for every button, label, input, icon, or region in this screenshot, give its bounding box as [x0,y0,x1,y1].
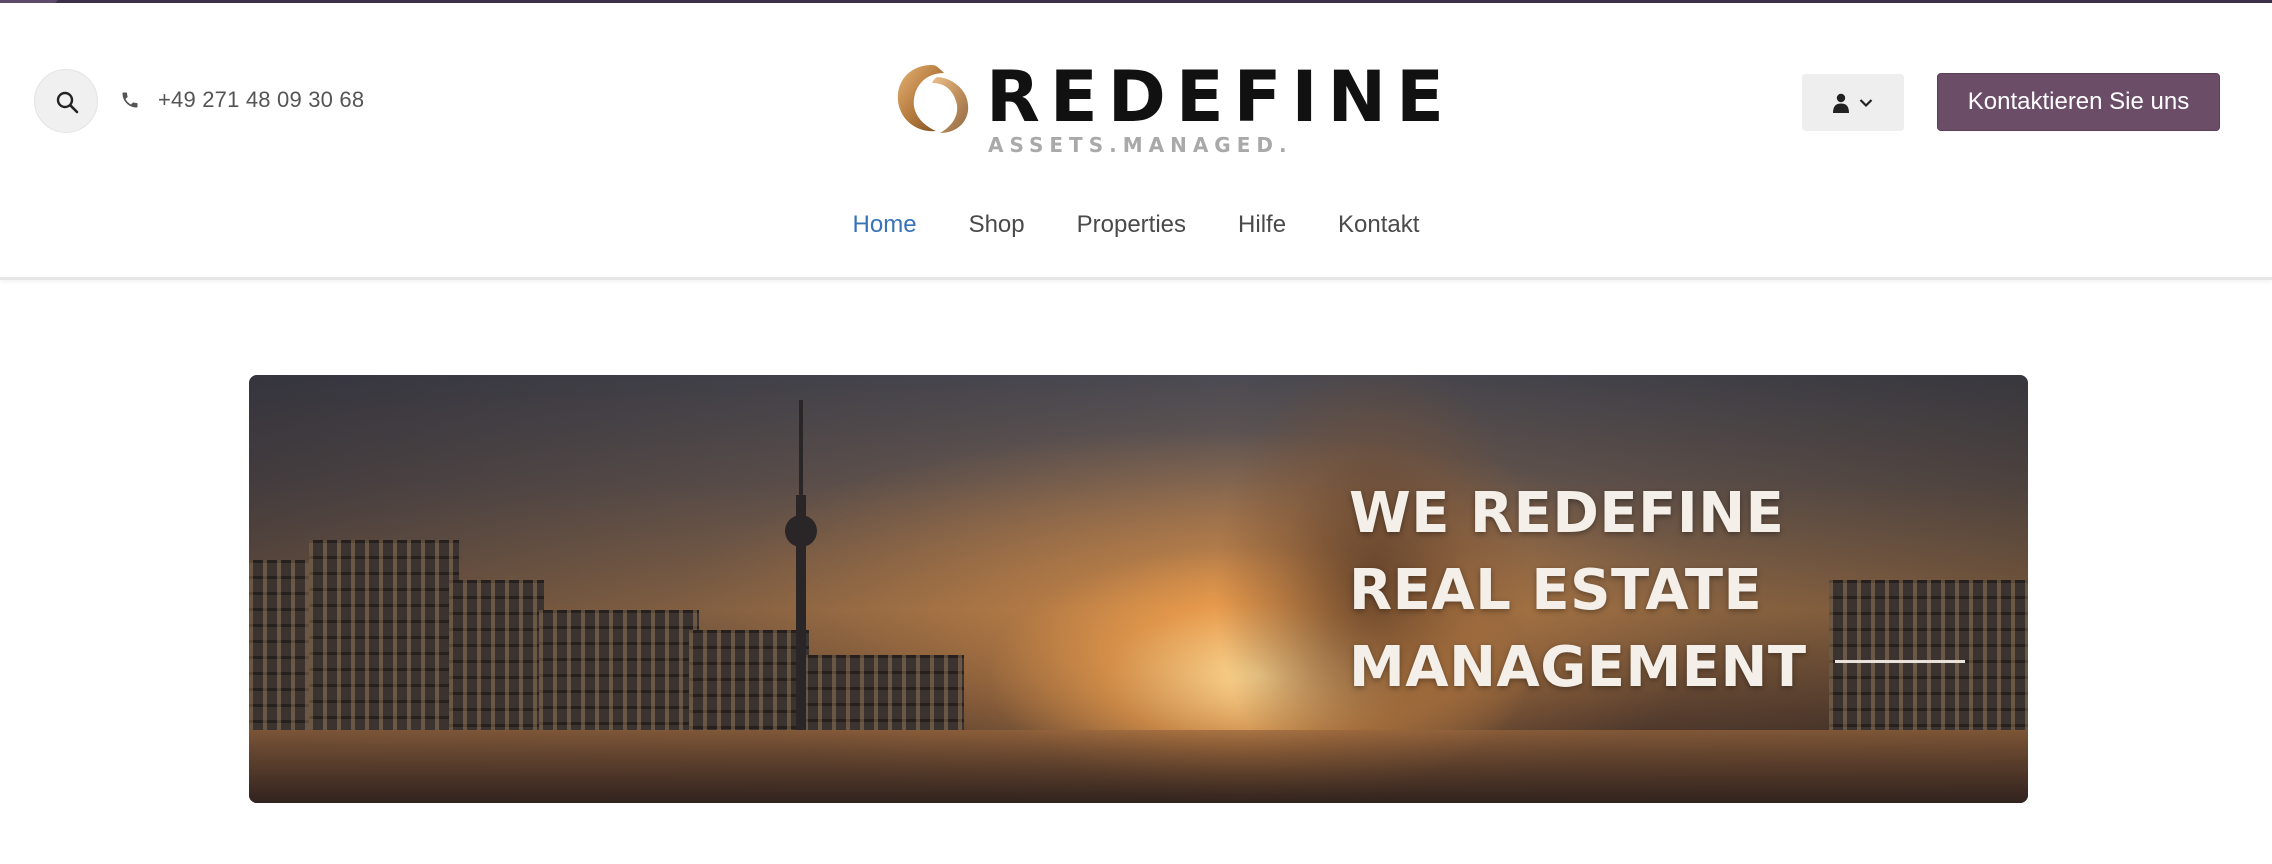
hero-headline: WE REDEFINE REAL ESTATE MANAGEMENT [1349,475,1807,706]
hero-banner: WE REDEFINE REAL ESTATE MANAGEMENT [249,375,2028,803]
hero-line-1: WE REDEFINE [1349,481,1785,546]
phone-contact[interactable]: +49 271 48 09 30 68 [120,87,364,113]
nav-item-shop[interactable]: Shop [943,203,1051,247]
logo-wordmark: REDEFINE [986,56,1454,138]
nav-item-kontakt[interactable]: Kontakt [1312,203,1445,247]
banner-building [309,540,459,730]
banner-water [249,730,2028,803]
hero-underline [1835,660,1965,663]
phone-number[interactable]: +49 271 48 09 30 68 [158,87,364,113]
site-logo[interactable]: REDEFINE ASSETS.MANAGED. [892,57,1444,161]
hero-line-2: REAL ESTATE [1349,558,1763,623]
phone-icon [122,92,138,108]
nav-item-home[interactable]: Home [827,203,943,247]
tv-tower-spire [799,400,803,500]
nav-item-properties[interactable]: Properties [1051,203,1212,247]
banner-building [539,610,699,730]
user-menu-button[interactable] [1802,74,1904,131]
site-header: +49 271 48 09 30 68 REDEFINE ASSETS.MANA… [0,3,2272,280]
logo-swirl-icon [897,65,969,133]
nav-item-hilfe[interactable]: Hilfe [1212,203,1312,247]
banner-building [449,580,544,730]
logo-tagline: ASSETS.MANAGED. [988,133,1293,157]
chevron-down-icon [1859,98,1873,107]
hero-line-3: MANAGEMENT [1349,635,1807,700]
search-button[interactable] [34,69,98,133]
tv-tower-shaft [796,495,806,730]
banner-building [804,655,964,730]
user-icon [1833,93,1849,113]
search-icon [56,91,79,114]
main-nav: Home Shop Properties Hilfe Kontakt [0,203,2272,247]
contact-us-button[interactable]: Kontaktieren Sie uns [1937,73,2220,131]
banner-building [1829,580,2028,730]
banner-building [689,630,809,730]
